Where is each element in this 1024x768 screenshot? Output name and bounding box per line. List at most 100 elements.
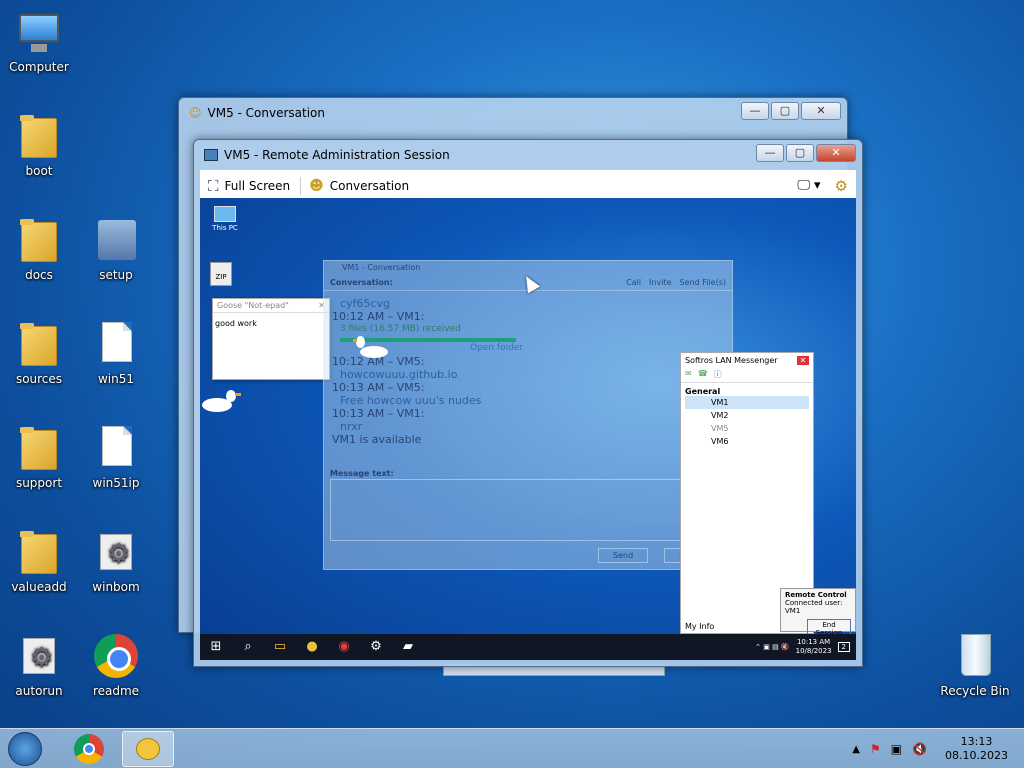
close-button[interactable]: ✕ — [801, 102, 841, 120]
tray-icons[interactable]: ⌃ ▣ ▤ 🔇 — [755, 643, 789, 651]
action-center-icon[interactable]: ⚑ — [870, 742, 881, 756]
folder-icon — [20, 427, 57, 470]
clock-time: 13:13 — [960, 735, 993, 748]
volume-muted-icon[interactable]: 🔇 — [912, 742, 927, 756]
user-item-vm6[interactable]: VM6 — [685, 435, 809, 448]
message-line: howcowuuu.github.io — [340, 368, 458, 381]
network-icon[interactable]: ▣ — [891, 742, 902, 756]
app-icon[interactable]: ▰ — [392, 634, 424, 660]
computer-icon — [19, 14, 59, 52]
info-icon[interactable]: ⓘ — [714, 369, 722, 380]
message-input[interactable] — [330, 479, 726, 541]
messenger-title: Softros LAN Messenger — [685, 355, 778, 365]
goose-notepad[interactable]: Goose "Not-epad" ✕ good work — [212, 298, 330, 380]
desktop-icon-winbom[interactable]: winbom — [78, 528, 154, 594]
chrome-icon — [74, 734, 104, 764]
minimize-button[interactable]: — — [756, 144, 784, 162]
maximize-button[interactable]: ▢ — [786, 144, 814, 162]
desktop-icon-support[interactable]: support — [1, 424, 77, 490]
clock[interactable]: 13:13 08.10.2023 — [937, 735, 1016, 763]
remote-desktop-icon-zip[interactable]: ZIP — [210, 262, 238, 286]
conversation-panel[interactable]: VM1 - Conversation Conversation: Call In… — [323, 260, 733, 570]
connected-user: Connected user: VM1 — [785, 599, 843, 615]
remote-taskbar: ⊞ ⌕ ▭ ● ◉ ⚙ ▰ ⌃ ▣ ▤ 🔇 10:13 AM 10/8/2023… — [200, 634, 856, 660]
chrome-icon[interactable]: ◉ — [328, 634, 360, 660]
maximize-button[interactable]: ▢ — [771, 102, 799, 120]
close-button[interactable]: ✕ — [816, 144, 856, 162]
user-item-vm5[interactable]: VM5 — [685, 422, 809, 435]
show-hidden-icons[interactable]: ▲ — [852, 744, 860, 755]
remote-clock-time: 10:13 AM — [796, 638, 831, 646]
group-general[interactable]: General — [685, 387, 809, 396]
remote-control-panel[interactable]: Remote Control Connected user: VM1 End S… — [780, 588, 856, 639]
invite-button[interactable]: Invite — [649, 278, 671, 287]
user-item-vm1[interactable]: VM1 — [685, 396, 809, 409]
desktop-icon-valueadd[interactable]: valueadd — [1, 528, 77, 594]
desktop-icon-label: win51 — [97, 372, 135, 386]
desktop-icon-autorun[interactable]: autorun — [1, 632, 77, 698]
send-button[interactable]: Send — [598, 548, 649, 563]
desktop-icon-setup[interactable]: setup — [78, 216, 154, 282]
desktop-icon-win51[interactable]: win51 — [78, 320, 154, 386]
goose-note-title: Goose "Not-epad" — [217, 301, 289, 310]
desktop-icon-readme[interactable]: readme — [78, 632, 154, 698]
desktop-icon-label: autorun — [15, 684, 63, 698]
folder-icon — [20, 531, 57, 574]
file-icon — [102, 322, 132, 362]
start-button[interactable] — [2, 731, 48, 767]
minimize-button[interactable]: — — [741, 102, 769, 120]
messenger-icon — [136, 738, 160, 760]
desktop-icon-label: winbom — [92, 580, 140, 594]
file-explorer-icon[interactable]: ▭ — [264, 634, 296, 660]
conv-label: Conversation: — [330, 278, 393, 287]
goose-note-text[interactable]: good work — [213, 313, 329, 334]
search-icon[interactable]: ⌕ — [232, 634, 264, 660]
desktop-icon-label: Computer — [9, 60, 69, 74]
conv-title: VM1 - Conversation — [342, 263, 421, 272]
message-line: 10:13 AM – VM1: — [332, 407, 425, 420]
settings-file-icon — [23, 638, 55, 674]
remote-desktop-icon-this-pc[interactable]: This PC — [208, 206, 242, 232]
notification-badge[interactable]: 2 — [837, 642, 850, 652]
chat-icon: ☻ — [309, 177, 324, 194]
desktop-icon-label: docs — [25, 268, 53, 282]
close-button[interactable]: ✕ — [797, 355, 809, 365]
folder-icon — [20, 115, 57, 158]
desktop-icon-win51ip[interactable]: win51ip — [78, 424, 154, 490]
user-item-vm2[interactable]: VM2 — [685, 409, 809, 422]
call-button[interactable]: Call — [626, 278, 641, 287]
remote-session-icon — [204, 149, 218, 161]
full-screen-label: Full Screen — [224, 178, 291, 193]
desktop-icon-computer[interactable]: Computer — [1, 8, 77, 74]
desktop-icon-sources[interactable]: sources — [1, 320, 77, 386]
desktop-icon-recycle-bin[interactable]: Recycle Bin — [937, 632, 1013, 698]
send-files-button[interactable]: Send File(s) — [680, 278, 727, 287]
taskbar-chrome[interactable] — [64, 731, 114, 767]
settings-icon[interactable]: ⚙ — [360, 634, 392, 660]
file-icon — [102, 426, 132, 466]
goose-icon — [202, 390, 242, 412]
chrome-icon — [94, 634, 138, 678]
message-line: Free howcow uuu's nudes — [340, 394, 482, 407]
remote-desktop[interactable]: This PC ZIP Goose "Not-epad" ✕ good work… — [200, 198, 856, 660]
toolbar-icon[interactable]: ☎ — [698, 369, 708, 380]
settings-icon[interactable]: ⚙ — [835, 177, 848, 195]
toolbar-icon[interactable]: ✉ — [685, 369, 692, 380]
desktop-icon-docs[interactable]: docs — [1, 216, 77, 282]
full-screen-button[interactable]: ⛶ Full Screen — [208, 176, 302, 195]
start-button[interactable]: ⊞ — [200, 634, 232, 660]
taskbar-messenger[interactable] — [122, 731, 174, 767]
goose-icon — [353, 336, 390, 358]
desktop-icon-label: support — [15, 476, 63, 490]
conversation-label: Conversation — [329, 178, 410, 193]
my-info-button[interactable]: My Info — [685, 622, 714, 631]
folder-icon — [20, 219, 57, 262]
message-line: cyf65cvg — [340, 297, 390, 310]
messenger-taskbar-icon[interactable]: ● — [296, 634, 328, 660]
monitor-select-icon[interactable]: 🖵 ▾ — [797, 178, 820, 193]
conversation-button[interactable]: ☻ Conversation — [301, 178, 419, 194]
message-line: nrxr — [340, 420, 363, 433]
status-line: VM1 is available — [332, 433, 422, 446]
icon-label: This PC — [212, 224, 238, 232]
desktop-icon-boot[interactable]: boot — [1, 112, 77, 178]
